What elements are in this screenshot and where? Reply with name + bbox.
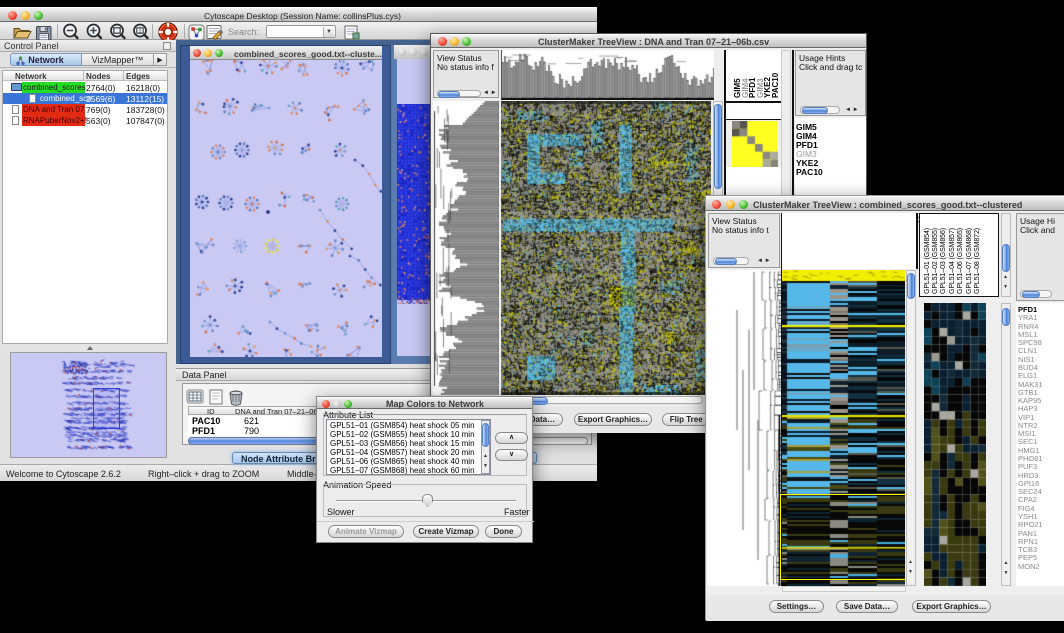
svg-text:1: 1 (138, 29, 141, 35)
